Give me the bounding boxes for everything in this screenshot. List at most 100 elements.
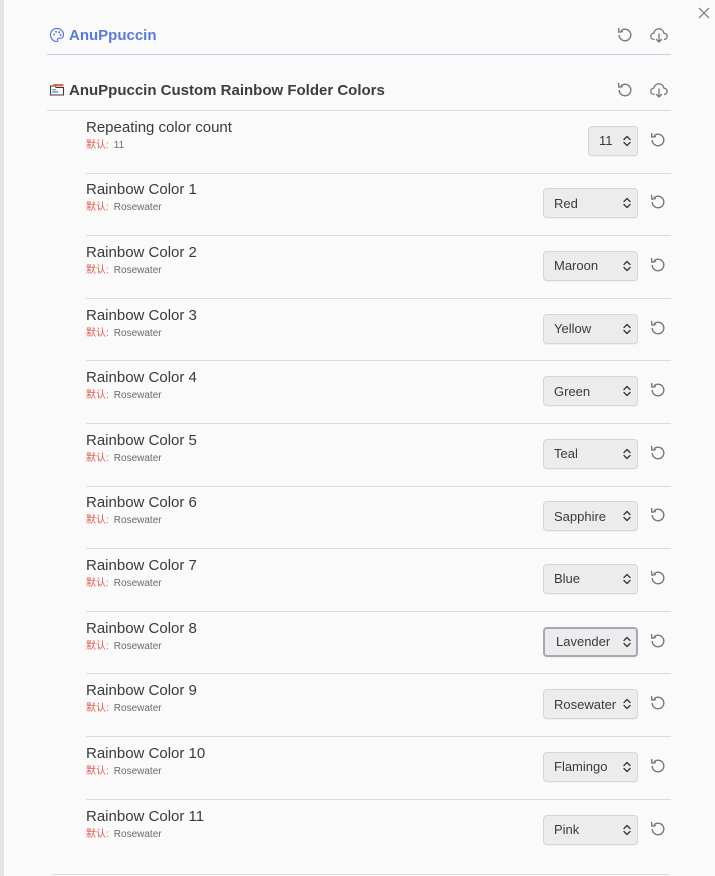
export-section-button[interactable] [647, 78, 671, 102]
setting-info: Rainbow Color 4 默认: Rosewater [86, 369, 543, 403]
default-label: 默认: [86, 264, 109, 276]
repeating-count-select[interactable]: 11 [588, 125, 638, 156]
reset-icon [650, 257, 665, 272]
select-value: Blue [554, 571, 581, 587]
default-value: 11 [113, 139, 125, 151]
reset-setting-button[interactable] [647, 692, 669, 714]
default-label: 默认: [86, 139, 109, 151]
reset-setting-button[interactable] [647, 818, 669, 840]
default-value: Rosewater [113, 515, 162, 527]
setting-rainbow-color-8: Rainbow Color 8 默认: Rosewater Lavender [86, 612, 671, 675]
setting-name: Repeating color count [86, 118, 232, 136]
color-select[interactable]: Flamingo [543, 751, 638, 782]
palette-icon [48, 27, 65, 44]
chevron-up-down-icon [623, 385, 631, 397]
default-value: Rosewater [113, 765, 162, 777]
setting-name: Rainbow Color 1 [86, 181, 197, 199]
reset-icon [650, 570, 665, 585]
folder-colors-icon [48, 82, 65, 99]
reset-icon [650, 445, 665, 460]
reset-section-button[interactable] [613, 23, 637, 47]
reset-setting-button[interactable] [647, 254, 669, 276]
default-label: 默认: [86, 640, 109, 652]
setting-name: Rainbow Color 3 [86, 306, 197, 324]
reset-icon [650, 383, 665, 397]
settings-list: Repeating color count 默认: 11 11 Rainbow … [86, 111, 671, 862]
reset-setting-button[interactable] [647, 504, 669, 526]
select-value: Rosewater [554, 696, 617, 712]
chevron-up-down-icon [623, 824, 631, 836]
reset-setting-button[interactable] [647, 379, 669, 401]
reset-icon [650, 508, 665, 522]
default-label: 默认: [86, 327, 109, 339]
reset-setting-button[interactable] [647, 755, 669, 777]
setting-repeating-color-count: Repeating color count 默认: 11 11 [86, 111, 671, 174]
color-select[interactable]: Green [543, 376, 638, 407]
setting-rainbow-color-7: Rainbow Color 7 默认: Rosewater Blue [86, 549, 671, 612]
chevron-up-down-icon [623, 636, 631, 648]
setting-rainbow-color-1: Rainbow Color 1 默认: Rosewater Red [86, 174, 671, 237]
setting-default: 默认: Rosewater [86, 828, 543, 842]
reset-setting-button[interactable] [647, 317, 669, 339]
reset-setting-button[interactable] [647, 442, 669, 464]
setting-rainbow-color-9: Rainbow Color 9 默认: Rosewater Rosewater [86, 674, 671, 737]
setting-name: Rainbow Color 11 [86, 807, 205, 825]
color-select[interactable]: Teal [543, 438, 638, 469]
chevron-up-down-icon [623, 260, 631, 272]
setting-rainbow-color-11: Rainbow Color 11 默认: Rosewater Pink [86, 800, 671, 863]
reset-setting-button[interactable] [647, 630, 669, 652]
select-value: Pink [554, 822, 580, 838]
select-value: Flamingo [554, 759, 608, 775]
download-cloud-icon [650, 28, 668, 43]
reset-setting-button[interactable] [647, 191, 669, 213]
color-select[interactable]: Lavender [543, 626, 638, 657]
default-value: Rosewater [113, 640, 162, 652]
setting-default: 默认: Rosewater [86, 389, 543, 403]
color-select[interactable]: Blue [543, 563, 638, 594]
setting-default: 默认: Rosewater [86, 452, 543, 466]
setting-name: Rainbow Color 4 [86, 369, 197, 387]
default-value: Rosewater [113, 828, 162, 840]
chevron-up-down-icon [623, 197, 631, 209]
setting-rainbow-color-5: Rainbow Color 5 默认: Rosewater Teal [86, 424, 671, 487]
setting-rainbow-color-4: Rainbow Color 4 默认: Rosewater Green [86, 361, 671, 424]
color-select[interactable]: Yellow [543, 313, 638, 344]
export-section-button[interactable] [647, 23, 671, 47]
select-value: Yellow [554, 321, 592, 337]
default-value: Rosewater [113, 577, 162, 589]
chevron-up-down-icon [623, 448, 631, 460]
reset-setting-button[interactable] [647, 567, 669, 589]
color-select[interactable]: Pink [543, 814, 638, 845]
section-header-rainbow-folder-colors[interactable]: AnuPpuccin Custom Rainbow Folder Colors [47, 70, 671, 111]
default-label: 默认: [86, 452, 109, 464]
color-select[interactable]: Maroon [543, 250, 638, 281]
color-select[interactable]: Red [543, 188, 638, 219]
default-label: 默认: [86, 390, 109, 402]
reset-setting-button[interactable] [647, 129, 669, 151]
close-button[interactable] [695, 4, 713, 22]
default-value: Rosewater [113, 264, 162, 276]
default-value: Rosewater [113, 327, 162, 339]
setting-info: Rainbow Color 11 默认: Rosewater [86, 808, 543, 842]
chevron-up-down-icon [623, 323, 631, 335]
setting-default: 默认: Rosewater [86, 514, 543, 528]
setting-default: 默认: 11 [86, 139, 588, 153]
reset-icon [617, 82, 632, 97]
default-label: 默认: [86, 515, 109, 527]
setting-info: Rainbow Color 1 默认: Rosewater [86, 181, 543, 215]
section-header-anuppuccin[interactable]: AnuPpuccin [47, 16, 671, 55]
color-select[interactable]: Sapphire [543, 501, 638, 532]
reset-section-button[interactable] [613, 78, 637, 102]
select-value: Maroon [554, 258, 599, 274]
setting-rainbow-color-6: Rainbow Color 6 默认: Rosewater Sapphire [86, 487, 671, 550]
setting-name: Rainbow Color 7 [86, 556, 197, 574]
color-select[interactable]: Rosewater [543, 689, 638, 720]
section-title: AnuPpuccin [69, 26, 157, 44]
select-value: Green [554, 383, 591, 399]
setting-info: Rainbow Color 9 默认: Rosewater [86, 682, 543, 716]
default-label: 默认: [86, 765, 109, 777]
reset-icon [650, 758, 665, 773]
setting-default: 默认: Rosewater [86, 765, 543, 779]
chevron-up-down-icon [623, 135, 631, 147]
reset-icon [650, 320, 665, 335]
